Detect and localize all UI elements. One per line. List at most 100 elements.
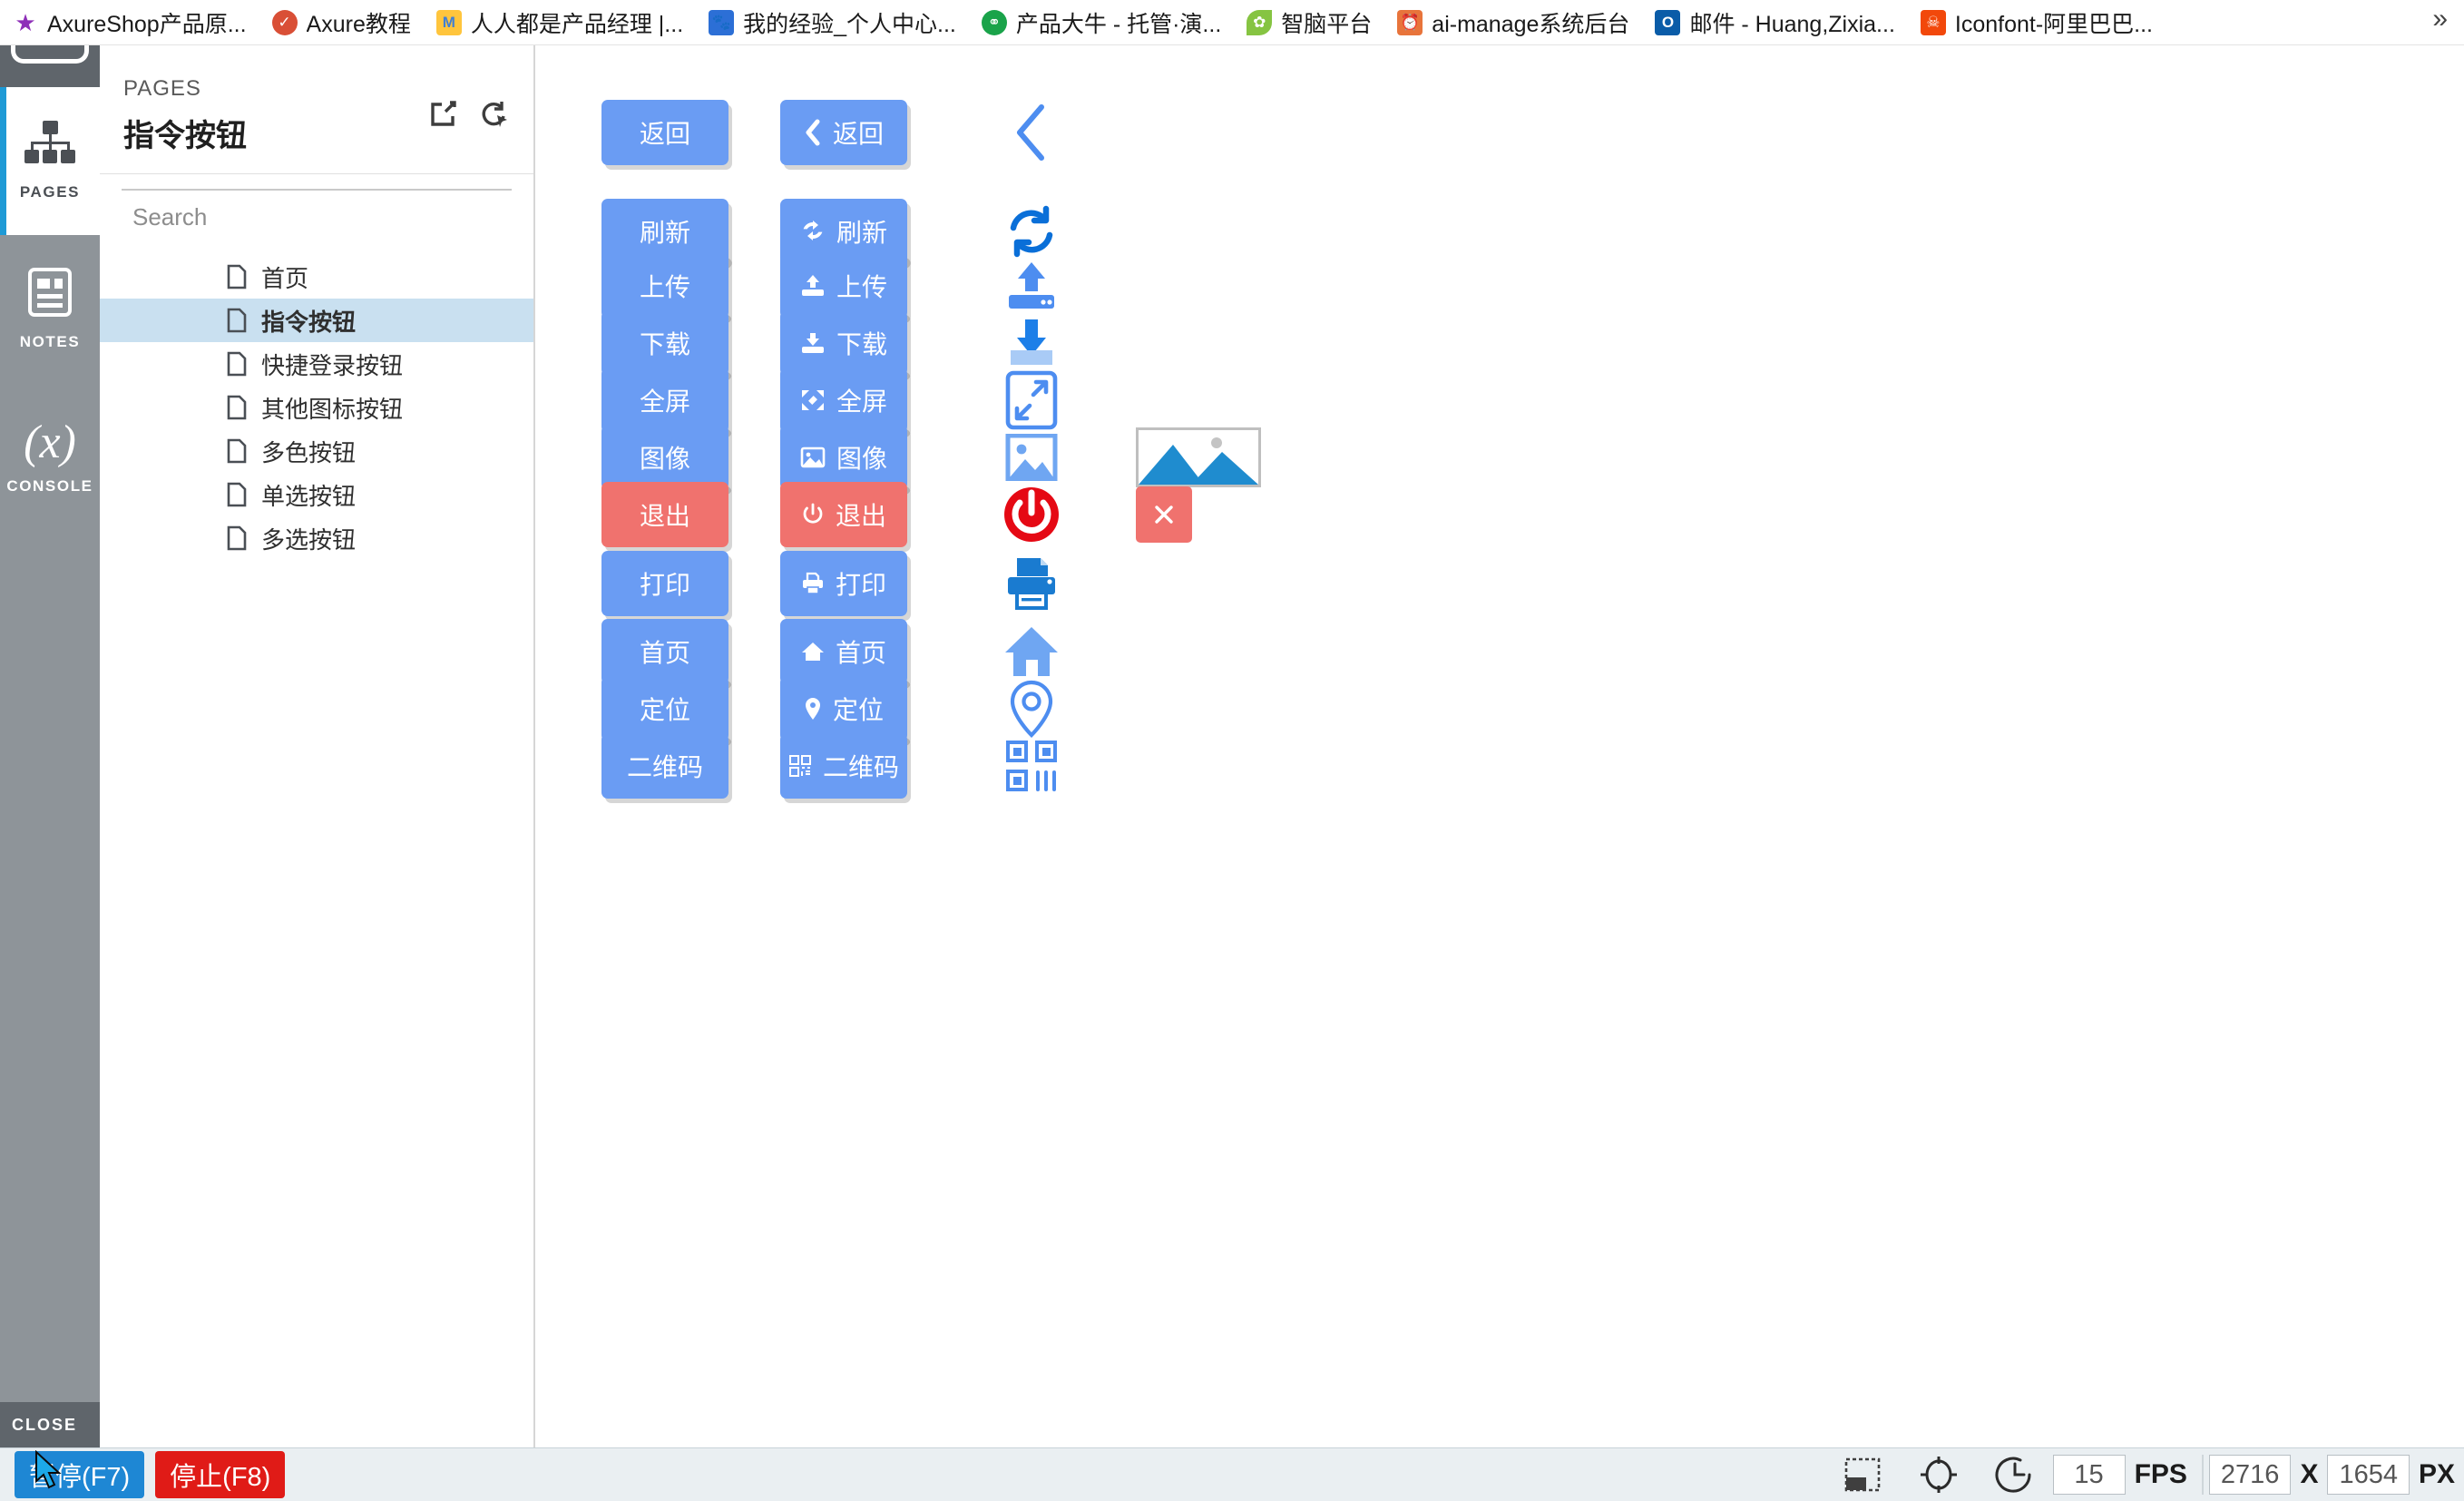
list-item[interactable]: 首页 [100, 255, 533, 299]
pages-panel: PAGES 指令按钮 Search 首页 指令按钮 快捷登录按钮 其他图标按钮 … [100, 45, 535, 1447]
clock-color-icon: ⏰ [1397, 9, 1423, 35]
download-icon[interactable] [991, 310, 1072, 376]
power-icon[interactable] [991, 482, 1072, 547]
list-item-label: 首页 [261, 264, 309, 292]
rail-item-console[interactable]: (x) CONSOLE [0, 383, 100, 531]
list-item-selected[interactable]: 指令按钮 [100, 299, 533, 342]
button-row-location: 定位 定位 [537, 676, 2464, 741]
browser-tab-label: Axure教程 [306, 11, 411, 37]
image-button-plain[interactable]: 图像 [601, 425, 728, 490]
page-file-icon [227, 395, 247, 420]
back-button-with-icon[interactable]: 返回 [780, 100, 907, 165]
upload-button-with-icon[interactable]: 上传 [780, 253, 907, 319]
image-placeholder[interactable] [1136, 425, 1261, 490]
browser-tab[interactable]: ✓ Axure教程 [259, 0, 424, 44]
rail-item-label: CONSOLE [6, 476, 93, 495]
clock-timer-icon[interactable] [1977, 1448, 2053, 1501]
browser-tab[interactable]: O 邮件 - Huang,Zixia... [1642, 0, 1907, 44]
list-item[interactable]: 快捷登录按钮 [100, 342, 533, 386]
list-item[interactable]: 多选按钮 [100, 516, 533, 560]
qrcode-button-with-icon[interactable]: 二维码 [780, 733, 907, 799]
crosshair-target-icon[interactable] [1901, 1448, 1977, 1501]
qrcode-button-label: 二维码 [822, 753, 899, 781]
fullscreen-button-with-icon[interactable]: 全屏 [780, 368, 907, 433]
page-file-icon [227, 351, 247, 377]
upload-button-plain[interactable]: 上传 [601, 253, 728, 319]
page-file-icon [227, 264, 247, 289]
region-select-icon[interactable] [1824, 1448, 1901, 1501]
rail-item-notes[interactable]: NOTES [0, 235, 100, 383]
variable-x-icon: (x) [24, 416, 76, 468]
chevron-left-icon[interactable] [991, 100, 1072, 165]
refresh-icon [800, 220, 826, 243]
px-label: PX [2418, 1459, 2455, 1489]
exit-button-with-icon[interactable]: 退出 [780, 482, 907, 547]
recorder-status-bar: 暂停(F7) 停止(F8) 15 FPS 2716 X 1654 PX [0, 1447, 2464, 1501]
browser-tab[interactable]: ⏰ ai-manage系统后台 [1384, 0, 1642, 44]
browser-tab-label: Iconfont-阿里巴巴... [1954, 11, 2154, 37]
image-button-with-icon[interactable]: 图像 [780, 425, 907, 490]
list-item[interactable]: 其他图标按钮 [100, 386, 533, 429]
printer-icon [801, 572, 825, 595]
back-button-label: 返回 [639, 120, 690, 148]
printer-icon[interactable] [991, 551, 1072, 616]
list-item[interactable]: 多色按钮 [100, 429, 533, 473]
close-x-button[interactable] [1136, 482, 1192, 547]
upload-icon[interactable] [991, 253, 1072, 319]
sitemap-icon [24, 121, 76, 172]
width-input[interactable]: 2716 [2208, 1455, 2292, 1495]
image-button-label: 图像 [639, 445, 690, 473]
list-item[interactable]: 单选按钮 [100, 473, 533, 516]
search-input[interactable] [122, 191, 512, 239]
close-panel-button[interactable]: CLOSE [0, 1402, 100, 1447]
exit-button-plain[interactable]: 退出 [601, 482, 728, 547]
fullscreen-icon[interactable] [991, 368, 1072, 433]
download-icon [800, 331, 826, 355]
woshipm-icon: M [435, 9, 462, 35]
browser-tab[interactable]: ☠ Iconfont-阿里巴巴... [1908, 0, 2166, 44]
browser-tab-label: 邮件 - Huang,Zixia... [1689, 11, 1895, 37]
refresh-button-label: 刷新 [836, 219, 887, 247]
browser-tab-label: 产品大牛 - 托管·演... [1015, 11, 1222, 37]
browser-tab-label: 我的经验_个人中心... [743, 11, 956, 37]
browser-tab[interactable]: M 人人都是产品经理 |... [424, 0, 696, 44]
page-list: 首页 指令按钮 快捷登录按钮 其他图标按钮 多色按钮 单选按钮 多选按钮 [100, 255, 533, 560]
rail-collapse-stub [0, 45, 100, 87]
qrcode-button-plain[interactable]: 二维码 [601, 733, 728, 799]
location-pin-icon[interactable] [991, 676, 1072, 741]
rail-item-pages[interactable]: PAGES [0, 87, 100, 235]
qrcode-icon [788, 754, 812, 778]
qrcode-icon[interactable] [991, 733, 1072, 799]
download-button-with-icon[interactable]: 下载 [780, 310, 907, 376]
image-icon[interactable] [991, 425, 1072, 490]
location-button-with-icon[interactable]: 定位 [780, 676, 907, 741]
print-button-with-icon[interactable]: 打印 [780, 551, 907, 616]
browser-tab[interactable]: 🐾 我的经验_个人中心... [696, 0, 969, 44]
print-button-plain[interactable]: 打印 [601, 551, 728, 616]
download-button-plain[interactable]: 下载 [601, 310, 728, 376]
browser-tab[interactable]: ✿ 智脑平台 [1234, 0, 1384, 44]
green-swirl-icon: ⚭ [981, 9, 1007, 35]
browser-tab[interactable]: ⚭ 产品大牛 - 托管·演... [969, 0, 1234, 44]
location-button-plain[interactable]: 定位 [601, 676, 728, 741]
mouse-cursor [34, 1449, 67, 1496]
rail-item-label: NOTES [19, 333, 81, 350]
fps-input[interactable]: 15 [2052, 1455, 2126, 1495]
back-button-plain[interactable]: 返回 [601, 100, 728, 165]
home-button-plain[interactable]: 首页 [601, 619, 728, 684]
fullscreen-button-plain[interactable]: 全屏 [601, 368, 728, 433]
reload-pointer-icon[interactable] [479, 98, 510, 129]
browser-tab-label: 智脑平台 [1281, 11, 1373, 37]
home-button-label: 首页 [835, 639, 886, 667]
browser-tab[interactable]: ★ AxureShop产品原... [0, 0, 259, 44]
height-input[interactable]: 1654 [2327, 1455, 2410, 1495]
pages-panel-header: PAGES 指令按钮 [100, 45, 533, 174]
tab-overflow-button[interactable]: » [2432, 4, 2448, 34]
home-icon [801, 641, 825, 662]
home-icon[interactable] [991, 619, 1072, 684]
stop-button[interactable]: 停止(F8) [155, 1451, 286, 1498]
exit-button-label: 退出 [835, 502, 886, 530]
left-icon-rail: PAGES NOTES (x) CONSOLE CLOSE [0, 45, 100, 1447]
share-external-icon[interactable] [428, 98, 459, 129]
home-button-with-icon[interactable]: 首页 [780, 619, 907, 684]
